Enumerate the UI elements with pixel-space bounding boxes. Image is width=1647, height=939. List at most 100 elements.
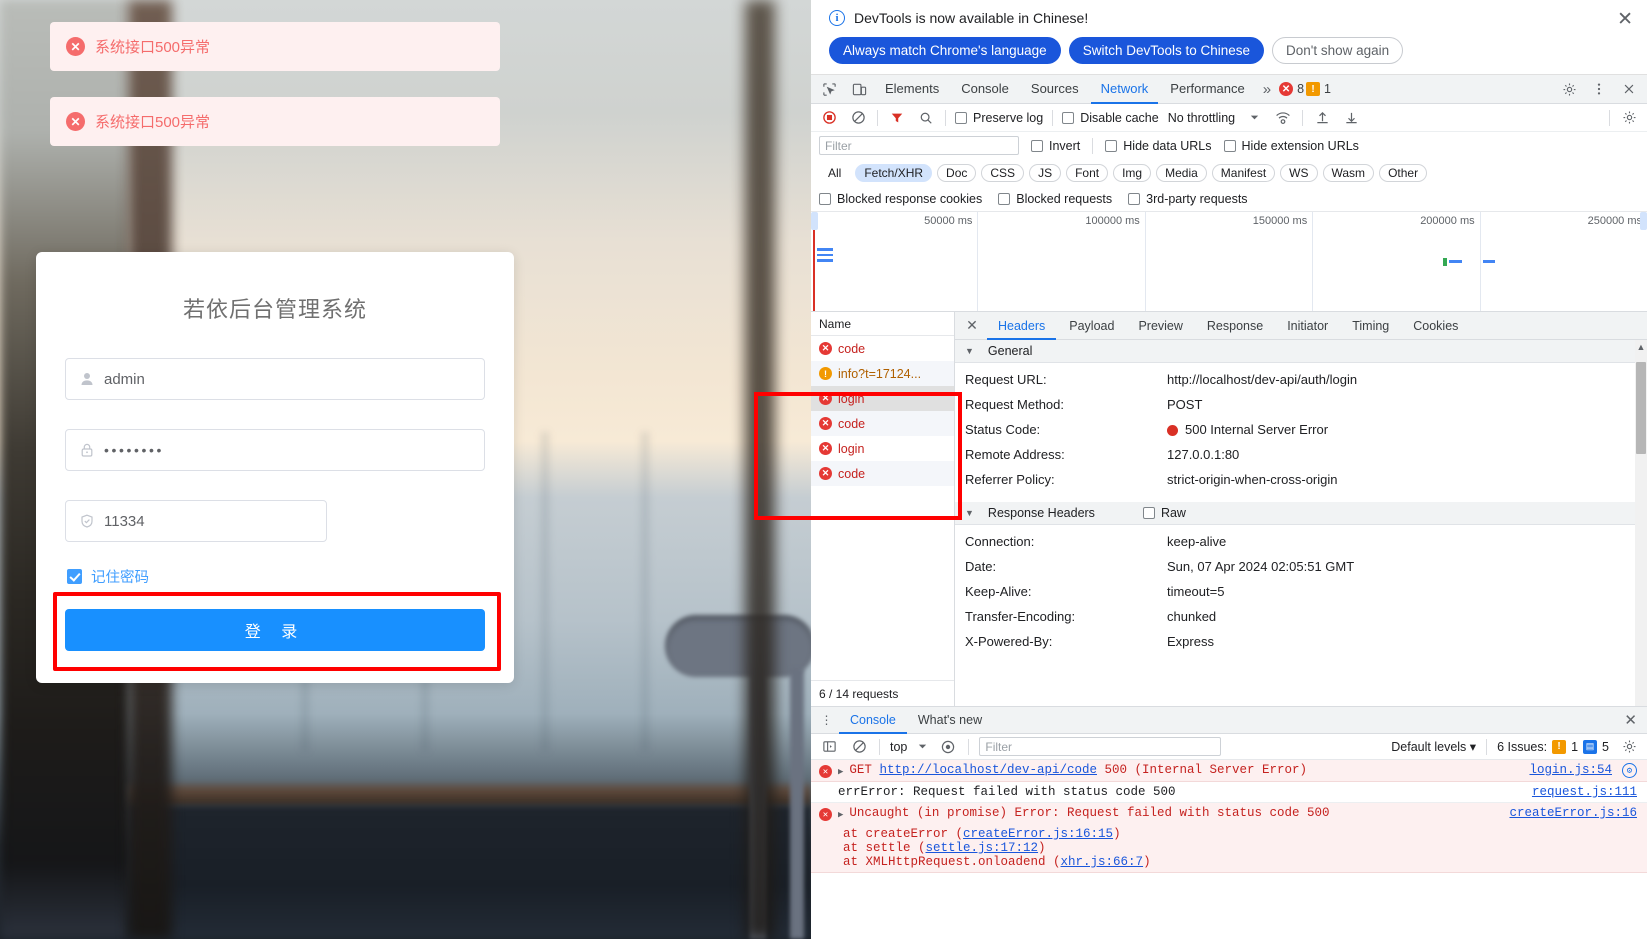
- captcha-input[interactable]: [98, 512, 316, 530]
- tab-network[interactable]: Network: [1091, 74, 1159, 104]
- inspect-element-icon[interactable]: [815, 76, 843, 102]
- third-party-requests-checkbox[interactable]: 3rd-party requests: [1128, 192, 1248, 206]
- preserve-log-checkbox[interactable]: Preserve log: [955, 111, 1043, 125]
- network-overview-timeline[interactable]: 50000 ms 100000 ms 150000 ms 200000 ms 2…: [811, 212, 1647, 312]
- tab-cookies[interactable]: Cookies: [1402, 312, 1469, 340]
- type-chip-manifest[interactable]: Manifest: [1211, 163, 1276, 182]
- login-button[interactable]: 登 录: [65, 609, 485, 651]
- chevron-down-icon[interactable]: [1244, 108, 1264, 128]
- password-value[interactable]: ••••••••: [98, 442, 474, 458]
- always-match-language-button[interactable]: Always match Chrome's language: [829, 37, 1061, 64]
- more-vertical-icon[interactable]: ⋮: [815, 713, 839, 727]
- tab-initiator[interactable]: Initiator: [1276, 312, 1339, 340]
- warning-count-badge[interactable]: ! 1: [1306, 82, 1331, 96]
- network-filter-input[interactable]: [819, 136, 1019, 155]
- console-message[interactable]: ✕ ▶ Uncaught (in promise) Error: Request…: [811, 803, 1647, 873]
- gear-icon[interactable]: [1619, 737, 1639, 757]
- stack-frame-link[interactable]: xhr.js:66:7: [1061, 855, 1144, 869]
- expand-triangle-icon[interactable]: ▶: [838, 810, 843, 820]
- close-icon[interactable]: [1615, 76, 1643, 102]
- console-message[interactable]: errError: Request failed with status cod…: [811, 782, 1647, 803]
- username-input[interactable]: [98, 370, 474, 388]
- detail-scrollbar[interactable]: ▲: [1635, 340, 1647, 706]
- search-icon[interactable]: [916, 108, 936, 128]
- type-chip-all[interactable]: All: [819, 163, 851, 182]
- request-row[interactable]: ✕ code: [811, 461, 954, 486]
- console-filter-input[interactable]: [979, 737, 1222, 756]
- record-stop-icon[interactable]: [819, 108, 839, 128]
- close-icon[interactable]: ✕: [1617, 10, 1633, 29]
- export-har-icon[interactable]: [1341, 108, 1361, 128]
- request-row[interactable]: ✕ code: [811, 336, 954, 361]
- chevron-down-icon[interactable]: [917, 737, 928, 757]
- console-msg-link[interactable]: http://localhost/dev-api/code: [879, 763, 1097, 777]
- overview-left-handle[interactable]: [811, 212, 818, 230]
- type-chip-media[interactable]: Media: [1156, 163, 1207, 182]
- tab-elements[interactable]: Elements: [875, 74, 949, 104]
- invert-checkbox[interactable]: Invert: [1031, 139, 1080, 153]
- live-expression-icon[interactable]: [938, 737, 958, 757]
- clear-icon[interactable]: [848, 108, 868, 128]
- hide-extension-urls-checkbox[interactable]: Hide extension URLs: [1223, 139, 1359, 153]
- blocked-requests-checkbox[interactable]: Blocked requests: [998, 192, 1112, 206]
- type-chip-font[interactable]: Font: [1066, 163, 1109, 182]
- more-tabs-icon[interactable]: »: [1257, 81, 1277, 98]
- close-icon[interactable]: ✕: [1624, 711, 1637, 729]
- type-chip-ws[interactable]: WS: [1280, 163, 1318, 182]
- hide-data-urls-checkbox[interactable]: Hide data URLs: [1105, 139, 1212, 153]
- response-headers-section-header[interactable]: ▼ Response Headers Raw: [955, 502, 1635, 525]
- expand-triangle-icon[interactable]: ▶: [838, 767, 843, 777]
- stack-frame-link[interactable]: createError.js:16:15: [963, 827, 1113, 841]
- switch-devtools-language-button[interactable]: Switch DevTools to Chinese: [1068, 37, 1265, 64]
- network-conditions-icon[interactable]: [1273, 108, 1293, 128]
- type-chip-fetch-xhr[interactable]: Fetch/XHR: [855, 163, 933, 182]
- tab-payload[interactable]: Payload: [1058, 312, 1125, 340]
- blocked-response-cookies-checkbox[interactable]: Blocked response cookies: [819, 192, 982, 206]
- dont-show-again-button[interactable]: Don't show again: [1272, 37, 1404, 64]
- alert-message[interactable]: ✕ 系统接口500异常: [50, 97, 500, 146]
- type-chip-other[interactable]: Other: [1379, 163, 1428, 182]
- tab-whats-new[interactable]: What's new: [907, 706, 993, 734]
- general-section-header[interactable]: ▼ General: [955, 340, 1635, 363]
- console-source-link[interactable]: request.js:111: [1532, 785, 1637, 799]
- clear-console-icon[interactable]: [849, 737, 869, 757]
- username-field[interactable]: [65, 358, 485, 400]
- scroll-up-arrow-icon[interactable]: ▲: [1635, 342, 1647, 352]
- raw-checkbox[interactable]: Raw: [1142, 506, 1186, 520]
- tab-preview[interactable]: Preview: [1127, 312, 1193, 340]
- log-levels-select[interactable]: Default levels ▾: [1391, 739, 1476, 754]
- disable-cache-checkbox[interactable]: Disable cache: [1062, 111, 1159, 125]
- tab-console[interactable]: Console: [951, 74, 1019, 104]
- gear-icon[interactable]: [1555, 76, 1583, 102]
- device-toolbar-icon[interactable]: [845, 76, 873, 102]
- funnel-icon[interactable]: [887, 108, 907, 128]
- type-chip-img[interactable]: Img: [1113, 163, 1152, 182]
- tab-timing[interactable]: Timing: [1341, 312, 1400, 340]
- console-source-link[interactable]: createError.js:16: [1509, 806, 1637, 820]
- issues-summary[interactable]: 6 Issues: ! 1 ▤ 5: [1497, 739, 1609, 754]
- type-chip-wasm[interactable]: Wasm: [1322, 163, 1375, 182]
- overview-right-handle[interactable]: [1640, 212, 1647, 230]
- tab-console[interactable]: Console: [839, 706, 907, 734]
- close-icon[interactable]: ✕: [959, 317, 985, 334]
- request-row[interactable]: ✕ code: [811, 411, 954, 436]
- network-issue-icon[interactable]: ⚙: [1622, 763, 1637, 778]
- password-field[interactable]: ••••••••: [65, 429, 485, 471]
- type-chip-css[interactable]: CSS: [981, 163, 1025, 182]
- request-row[interactable]: ✕ login: [811, 436, 954, 461]
- captcha-field[interactable]: [65, 500, 327, 542]
- error-count-badge[interactable]: ✕ 8: [1279, 82, 1304, 96]
- gear-icon[interactable]: [1619, 108, 1639, 128]
- more-vertical-icon[interactable]: [1585, 76, 1613, 102]
- remember-password-row[interactable]: 记住密码: [67, 566, 485, 587]
- tab-performance[interactable]: Performance: [1160, 74, 1254, 104]
- show-console-sidebar-icon[interactable]: [819, 737, 839, 757]
- tab-headers[interactable]: Headers: [987, 312, 1056, 340]
- request-row[interactable]: ! info?t=17124...: [811, 361, 954, 386]
- execution-context-select[interactable]: top: [890, 740, 907, 754]
- stack-frame-link[interactable]: settle.js:17:12: [926, 841, 1039, 855]
- console-message[interactable]: ✕ ▶ GET http://localhost/dev-api/code 50…: [811, 760, 1647, 782]
- scrollbar-thumb[interactable]: [1636, 362, 1646, 454]
- request-row[interactable]: ✕ login: [811, 386, 954, 411]
- tab-sources[interactable]: Sources: [1021, 74, 1089, 104]
